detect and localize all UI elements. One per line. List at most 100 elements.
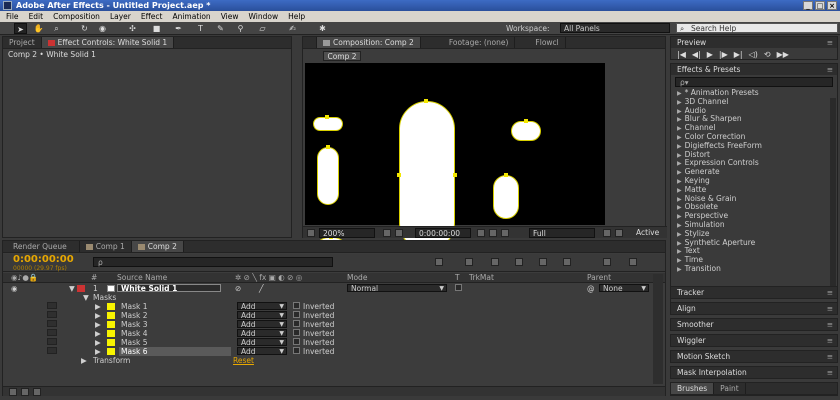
blend-mode-select[interactable]: Normal ▼ — [347, 284, 447, 292]
tab-effect-controls[interactable]: Effect Controls: White Solid 1 — [41, 37, 175, 48]
expand-arrow-icon[interactable]: ▶ — [677, 196, 682, 203]
mask-row[interactable]: ▶ Mask 5 Add ▼ Inverted — [3, 338, 665, 347]
expand-arrow-icon[interactable]: ▶ — [677, 143, 682, 150]
menu-edit[interactable]: Edit — [29, 11, 44, 22]
menu-animation[interactable]: Animation — [172, 11, 210, 22]
shy-switch-icon[interactable]: ⊘ — [235, 284, 241, 293]
mask-name[interactable]: Mask 5 — [119, 338, 231, 347]
twirl-down-icon[interactable]: ▼ — [69, 284, 75, 293]
current-time-field[interactable]: 0:00:00:00 — [415, 228, 471, 238]
mask-color-swatch[interactable] — [107, 339, 115, 346]
audio-icon[interactable]: ◁) — [749, 50, 758, 59]
snapshot-icon[interactable] — [477, 229, 485, 237]
collapsed-panel[interactable]: Tracker ≡ — [670, 286, 838, 299]
help-search-input[interactable]: ⌕ Search Help — [676, 23, 838, 33]
layer-name[interactable]: White Solid 1 — [117, 284, 221, 292]
twirl-right-icon[interactable]: ▶ — [95, 347, 101, 356]
expand-arrow-icon[interactable]: ▶ — [677, 187, 682, 194]
expand-arrow-icon[interactable]: ▶ — [677, 178, 682, 185]
tab-footage[interactable]: Footage: (none) — [421, 37, 516, 48]
collapsed-panel[interactable]: Mask Interpolation ≡ — [670, 366, 838, 379]
mask-name[interactable]: Mask 6 — [119, 347, 231, 356]
mask-visibility-box[interactable] — [47, 311, 57, 318]
mask-vertex[interactable] — [453, 173, 457, 177]
twirl-right-icon[interactable]: ▶ — [81, 356, 87, 365]
comp-canvas[interactable] — [305, 63, 605, 253]
safe-zones-icon[interactable] — [383, 229, 391, 237]
graph-editor-icon[interactable] — [563, 258, 571, 266]
mask-color-swatch[interactable] — [107, 321, 115, 328]
collapsed-panel[interactable]: Wiggler ≡ — [670, 334, 838, 347]
label-color-swatch[interactable] — [77, 285, 85, 292]
auto-keyframe-icon[interactable] — [629, 258, 637, 266]
first-frame-icon[interactable]: |◀ — [677, 50, 686, 59]
draft-3d-icon[interactable] — [465, 258, 473, 266]
always-preview-icon[interactable] — [307, 229, 315, 237]
collapsed-panel[interactable]: Align ≡ — [670, 302, 838, 315]
tab-comp-2[interactable]: Comp 2 — [131, 241, 184, 252]
twirl-right-icon[interactable]: ▶ — [95, 320, 101, 329]
mask-vertex[interactable] — [504, 173, 508, 177]
toggle-modes-icon[interactable] — [21, 388, 29, 396]
play-icon[interactable]: ▶ — [707, 50, 713, 59]
comp-mini-flowchart-icon[interactable] — [435, 258, 443, 266]
twirl-right-icon[interactable]: ▶ — [95, 329, 101, 338]
effects-scrollbar[interactable] — [830, 98, 836, 298]
panel-menu-icon[interactable]: ≡ — [827, 64, 833, 75]
selection-tool-icon[interactable]: ➤ — [14, 23, 27, 34]
transparency-grid-icon[interactable] — [615, 229, 623, 237]
mask-vertex[interactable] — [325, 115, 329, 119]
expand-arrow-icon[interactable]: ▶ — [677, 257, 682, 264]
menu-view[interactable]: View — [221, 11, 239, 22]
mask-row[interactable]: ▶ Mask 3 Add ▼ Inverted — [3, 320, 665, 329]
mask-shape-5[interactable] — [511, 121, 541, 141]
timeline-search-input[interactable]: ρ — [93, 257, 333, 267]
brush-tool-icon[interactable]: ✎ — [214, 23, 227, 34]
mask-visibility-box[interactable] — [47, 320, 57, 327]
mask-mode-select[interactable]: Add ▼ — [237, 302, 287, 310]
panel-menu-icon[interactable]: ≡ — [827, 335, 833, 346]
puppet-tool-icon[interactable]: ✱ — [316, 23, 329, 34]
column-source-name[interactable]: Source Name — [117, 273, 167, 283]
expand-arrow-icon[interactable]: ▶ — [677, 116, 682, 123]
mask-inverted-checkbox[interactable] — [293, 320, 300, 327]
expand-arrow-icon[interactable]: ▶ — [677, 108, 682, 115]
pen-tool-icon[interactable]: ✒ — [172, 23, 185, 34]
current-time-display[interactable]: 0:00:00:00 — [13, 254, 74, 265]
mask-inverted-checkbox[interactable] — [293, 338, 300, 345]
effect-category[interactable]: ▶ Transition — [671, 264, 837, 274]
expand-arrow-icon[interactable]: ▶ — [677, 240, 682, 247]
mask-vertex[interactable] — [424, 99, 428, 103]
collapsed-panel-header[interactable]: Wiggler ≡ — [671, 335, 837, 346]
eraser-tool-icon[interactable]: ▱ — [256, 23, 269, 34]
twirl-right-icon[interactable]: ▶ — [95, 302, 101, 311]
mask-color-swatch[interactable] — [107, 312, 115, 319]
zoom-select[interactable]: 200% — [319, 228, 375, 238]
transform-row[interactable]: ▶ Transform Reset — [3, 356, 665, 365]
expand-arrow-icon[interactable]: ▶ — [677, 125, 682, 132]
close-icon[interactable]: × — [827, 1, 837, 10]
toggle-in-out-icon[interactable] — [33, 388, 41, 396]
mask-mode-select[interactable]: Add ▼ — [237, 329, 287, 337]
mask-color-swatch[interactable] — [107, 330, 115, 337]
mask-shape-tool-icon[interactable]: ■ — [150, 23, 163, 34]
panel-menu-icon[interactable]: ≡ — [827, 367, 833, 378]
mask-row[interactable]: ▶ Mask 2 Add ▼ Inverted — [3, 311, 665, 320]
expand-arrow-icon[interactable]: ▶ — [677, 248, 682, 255]
toggle-layer-switches-icon[interactable] — [9, 388, 17, 396]
mask-shape-2[interactable] — [317, 147, 339, 205]
mask-inverted-checkbox[interactable] — [293, 302, 300, 309]
panel-menu-icon[interactable]: ≡ — [827, 319, 833, 330]
mask-row[interactable]: ▶ Mask 1 Add ▼ Inverted — [3, 302, 665, 311]
panel-menu-icon[interactable]: ≡ — [827, 37, 833, 48]
mask-inverted-checkbox[interactable] — [293, 329, 300, 336]
panel-menu-icon[interactable]: ≡ — [827, 287, 833, 298]
mask-mode-select[interactable]: Add ▼ — [237, 320, 287, 328]
brainstorm-icon[interactable] — [603, 258, 611, 266]
twirl-right-icon[interactable]: ▶ — [95, 311, 101, 320]
mask-row[interactable]: ▶ Mask 4 Add ▼ Inverted — [3, 329, 665, 338]
previous-frame-icon[interactable]: ◀| — [692, 50, 701, 59]
show-snapshot-icon[interactable] — [489, 229, 497, 237]
mask-vertex[interactable] — [397, 173, 401, 177]
region-of-interest-icon[interactable] — [603, 229, 611, 237]
